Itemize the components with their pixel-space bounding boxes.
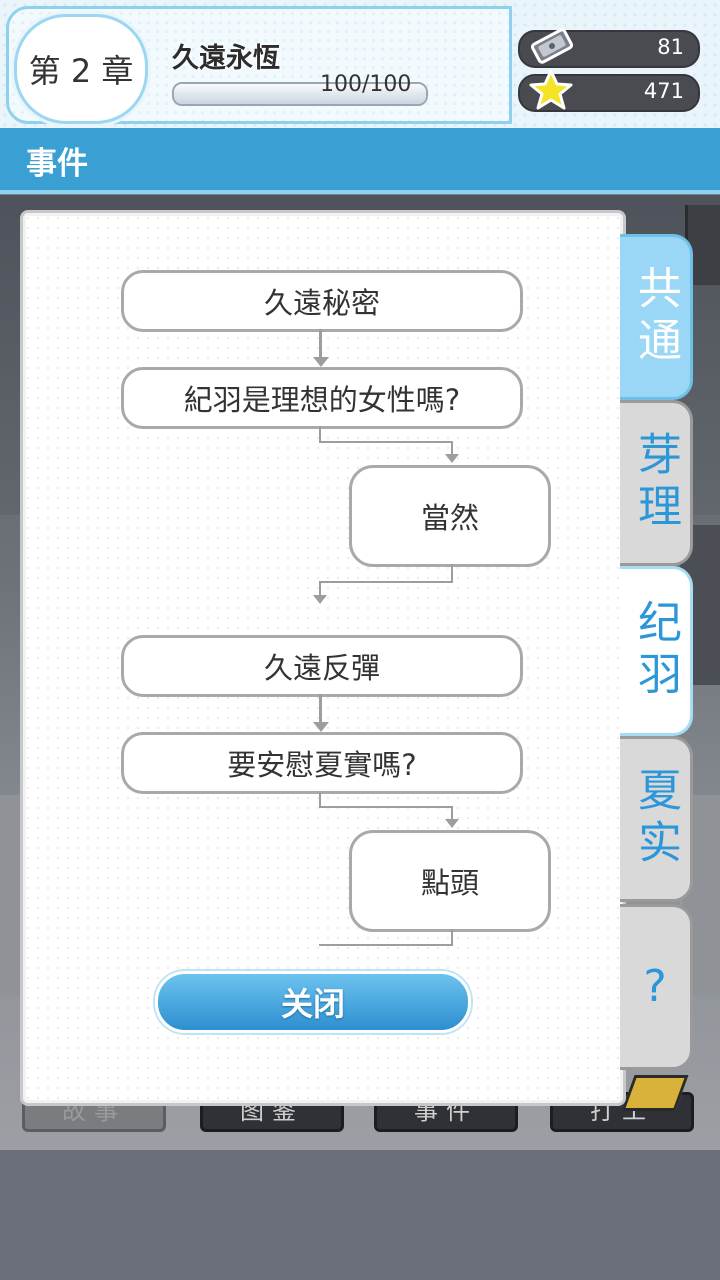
arrow-down-icon	[313, 595, 327, 604]
flow-connector	[451, 806, 453, 820]
arrow-down-icon	[313, 357, 329, 367]
star-icon	[529, 69, 573, 110]
flow-connector	[319, 944, 453, 946]
tab-natsumi-label: 夏实	[630, 767, 681, 871]
tab-unknown-label: ?	[643, 961, 667, 1012]
flow-connector	[319, 441, 452, 443]
tab-unknown[interactable]: ?	[620, 904, 693, 1070]
arrow-down-icon	[445, 454, 459, 463]
tab-common[interactable]: 共通	[620, 234, 693, 400]
flow-node-event[interactable]: 久遠反彈	[121, 635, 523, 697]
chapter-badge: 第 2 章	[14, 14, 148, 124]
tab-kiwa-label: 纪羽	[630, 599, 681, 703]
arrow-down-icon	[313, 722, 329, 732]
flow-node-question[interactable]: 要安慰夏實嗎?	[121, 732, 523, 794]
flow-node-answer[interactable]: 點頭	[349, 830, 551, 932]
flow-connector	[319, 581, 453, 583]
flow-connector	[319, 426, 321, 442]
flow-connector	[319, 791, 321, 807]
tab-kiwa[interactable]: 纪羽	[620, 566, 693, 736]
section-header: 事件	[0, 128, 720, 194]
star-count: 471	[643, 79, 684, 103]
chapter-title: 久遠永恆	[172, 43, 280, 74]
flow-node-event[interactable]: 久遠秘密	[121, 270, 523, 332]
flow-connector	[451, 564, 453, 582]
tab-common-label: 共通	[630, 265, 681, 369]
flow-connector	[451, 929, 453, 945]
close-button[interactable]: 关闭	[155, 971, 471, 1033]
flow-node-answer[interactable]: 當然	[349, 465, 551, 567]
ticket-icon	[530, 28, 574, 64]
tab-mari-label: 芽理	[630, 431, 681, 535]
bottom-strip	[0, 1150, 720, 1280]
flow-connector	[319, 806, 452, 808]
flow-connector	[451, 441, 453, 455]
tab-natsumi[interactable]: 夏实	[620, 736, 693, 902]
event-flow-dialog: 久遠秘密 紀羽是理想的女性嗎? 當然 久遠反彈 要安慰夏實嗎? 點頭 关闭	[20, 210, 626, 1106]
arrow-down-icon	[445, 819, 459, 828]
ticket-count: 81	[657, 35, 684, 59]
tab-mari[interactable]: 芽理	[620, 400, 693, 566]
flow-node-question[interactable]: 紀羽是理想的女性嗎?	[121, 367, 523, 429]
section-title: 事件	[26, 146, 88, 182]
progress-text: 100/100	[320, 72, 412, 97]
